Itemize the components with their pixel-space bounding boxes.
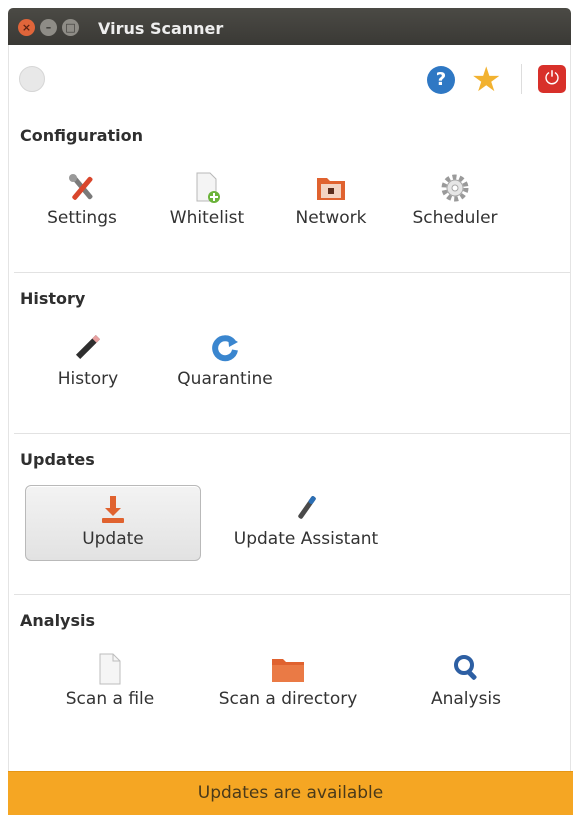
folder-icon xyxy=(272,659,304,682)
pencil-icon xyxy=(75,334,101,360)
toolbar-separator xyxy=(521,64,522,94)
dropper-icon xyxy=(298,496,316,519)
history-label: History xyxy=(57,369,119,389)
help-icon[interactable]: ? xyxy=(427,66,455,94)
scan-directory-label: Scan a directory xyxy=(218,689,358,709)
scan-directory-item[interactable]: Scan a directory xyxy=(212,652,364,714)
update-item: Update xyxy=(26,492,200,554)
close-window-button[interactable]: × xyxy=(18,19,35,36)
tools-icon xyxy=(69,174,93,200)
scan-file-item[interactable]: Scan a file xyxy=(60,652,160,714)
file-icon xyxy=(99,653,121,685)
window-title: Virus Scanner xyxy=(98,19,224,38)
document-add-icon xyxy=(196,172,220,203)
updates-section-title: Updates xyxy=(20,450,95,469)
refresh-icon xyxy=(212,335,238,362)
update-assistant-label: Update Assistant xyxy=(233,529,379,549)
maximize-window-button[interactable]: □ xyxy=(62,19,79,36)
section-divider xyxy=(14,272,570,273)
network-item[interactable]: Network xyxy=(288,170,374,232)
history-item[interactable]: History xyxy=(50,331,126,393)
download-icon xyxy=(102,496,124,523)
spark-icon[interactable] xyxy=(19,66,45,92)
status-bar[interactable]: Updates are available xyxy=(8,771,573,815)
scheduler-label: Scheduler xyxy=(412,208,498,228)
analysis-item[interactable]: Analysis xyxy=(420,652,512,714)
history-section-title: History xyxy=(20,289,86,308)
star-icon[interactable]: ★ xyxy=(471,60,501,100)
update-button[interactable]: Update xyxy=(25,485,201,561)
minimize-window-button[interactable]: – xyxy=(40,19,57,36)
analysis-label: Analysis xyxy=(430,689,502,709)
scheduler-item[interactable]: Scheduler xyxy=(406,170,504,232)
whitelist-item[interactable]: Whitelist xyxy=(162,170,252,232)
quarantine-item[interactable]: Quarantine xyxy=(170,331,280,393)
gear-icon xyxy=(441,174,469,202)
settings-label: Settings xyxy=(47,208,117,228)
analysis-section-title: Analysis xyxy=(20,611,96,630)
whitelist-label: Whitelist xyxy=(169,208,245,228)
network-folder-icon xyxy=(317,178,345,200)
status-message: Updates are available xyxy=(197,783,384,803)
magnifier-icon xyxy=(454,655,477,680)
network-label: Network xyxy=(295,208,367,228)
power-icon[interactable]: ⏻ xyxy=(538,65,566,93)
window-titlebar: × – □ Virus Scanner xyxy=(8,8,571,45)
section-divider xyxy=(14,594,570,595)
quarantine-label: Quarantine xyxy=(177,369,273,389)
update-label: Update xyxy=(82,529,144,549)
configuration-section-title: Configuration xyxy=(20,126,144,145)
update-assistant-item[interactable]: Update Assistant xyxy=(222,492,390,554)
settings-item[interactable]: Settings xyxy=(40,170,124,232)
scan-file-label: Scan a file xyxy=(65,689,155,709)
section-divider xyxy=(14,433,570,434)
